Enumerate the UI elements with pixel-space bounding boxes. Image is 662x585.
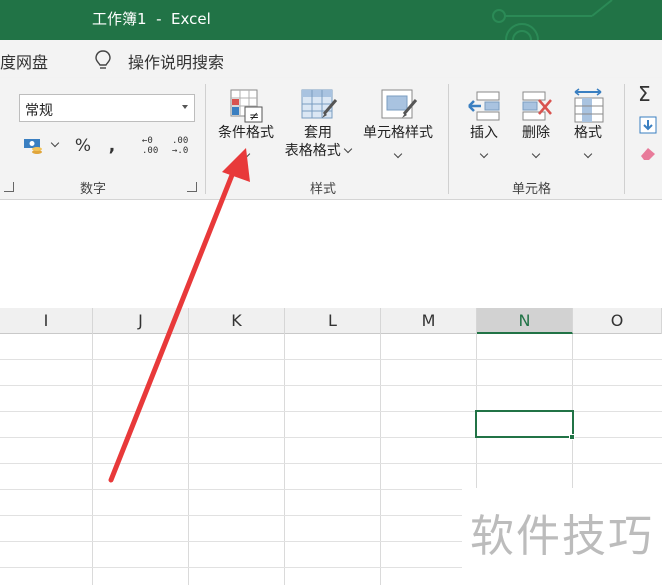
annotation-arrow xyxy=(108,148,250,483)
